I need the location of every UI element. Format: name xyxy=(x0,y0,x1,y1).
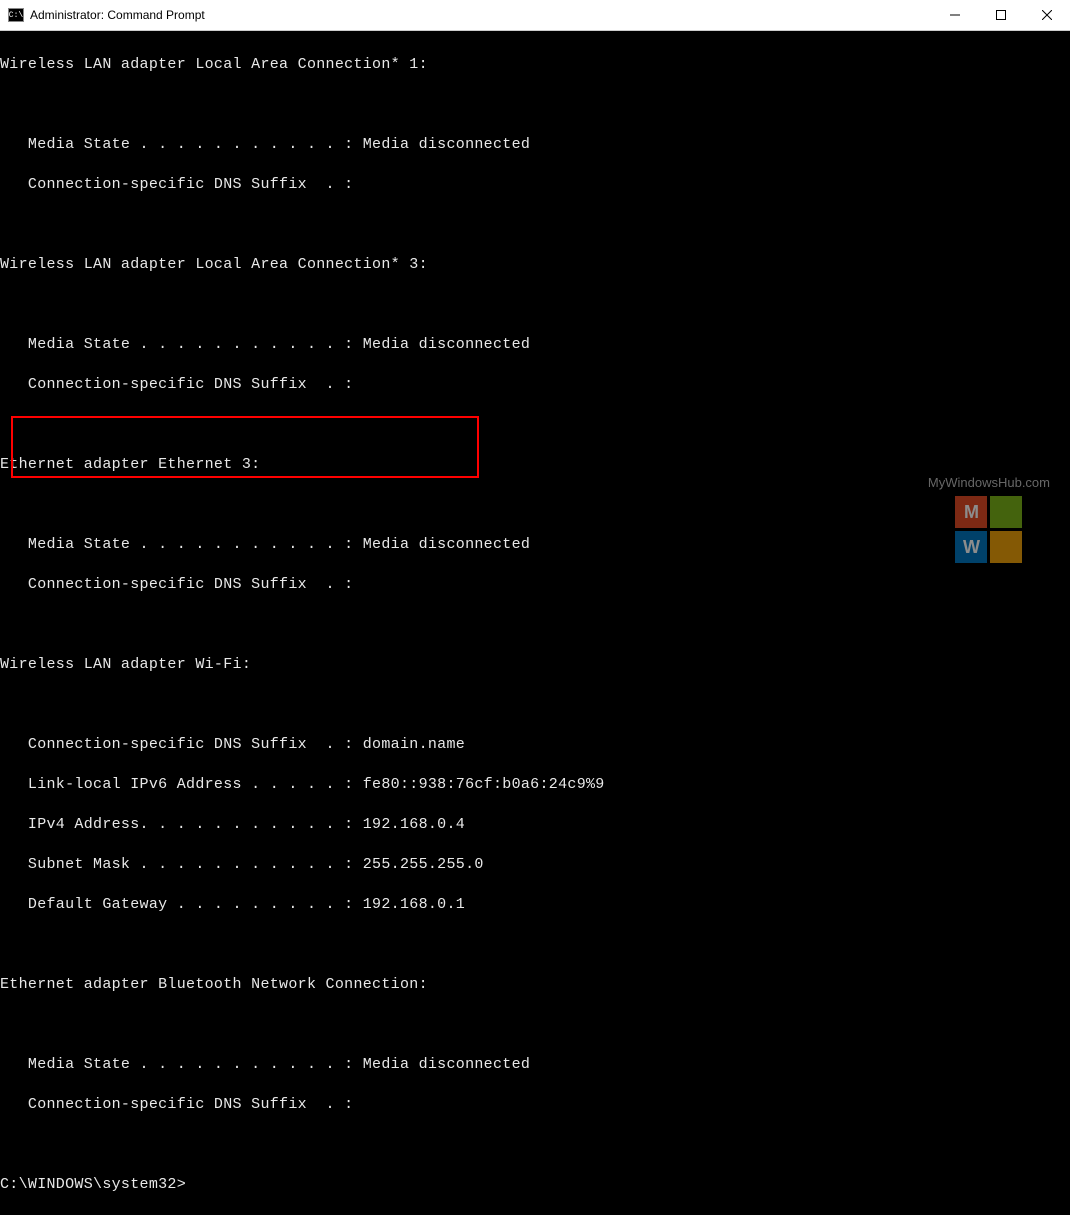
output-line: Connection-specific DNS Suffix . : xyxy=(0,575,1070,595)
blank-line xyxy=(0,295,1070,315)
adapter-header: Wireless LAN adapter Local Area Connecti… xyxy=(0,55,1070,75)
adapter-header: Wireless LAN adapter Wi-Fi: xyxy=(0,655,1070,675)
output-line: Connection-specific DNS Suffix . : xyxy=(0,375,1070,395)
output-line: Link-local IPv6 Address . . . . . : fe80… xyxy=(0,775,1070,795)
maximize-button[interactable] xyxy=(978,0,1024,30)
adapter-header: Ethernet adapter Bluetooth Network Conne… xyxy=(0,975,1070,995)
blank-line xyxy=(0,1135,1070,1155)
output-line: Media State . . . . . . . . . . . : Medi… xyxy=(0,1055,1070,1075)
minimize-button[interactable] xyxy=(932,0,978,30)
window-controls xyxy=(932,0,1070,30)
output-line: Subnet Mask . . . . . . . . . . . : 255.… xyxy=(0,855,1070,875)
blank-line xyxy=(0,615,1070,635)
adapter-header: Ethernet adapter Ethernet 3: xyxy=(0,455,1070,475)
adapter-header: Wireless LAN adapter Local Area Connecti… xyxy=(0,255,1070,275)
blank-line xyxy=(0,415,1070,435)
output-line: Connection-specific DNS Suffix . : xyxy=(0,175,1070,195)
cmd-icon: C:\ xyxy=(8,8,24,22)
output-line: Default Gateway . . . . . . . . . : 192.… xyxy=(0,895,1070,915)
titlebar-left: C:\ Administrator: Command Prompt xyxy=(0,8,205,22)
window-titlebar: C:\ Administrator: Command Prompt xyxy=(0,0,1070,31)
output-line: Media State . . . . . . . . . . . : Medi… xyxy=(0,135,1070,155)
blank-line xyxy=(0,95,1070,115)
output-line: Connection-specific DNS Suffix . : xyxy=(0,1095,1070,1115)
command-prompt[interactable]: C:\WINDOWS\system32> xyxy=(0,1175,1070,1195)
output-line: IPv4 Address. . . . . . . . . . . : 192.… xyxy=(0,815,1070,835)
window-title: Administrator: Command Prompt xyxy=(30,8,205,22)
output-line: Media State . . . . . . . . . . . : Medi… xyxy=(0,335,1070,355)
close-button[interactable] xyxy=(1024,0,1070,30)
output-line: Connection-specific DNS Suffix . : domai… xyxy=(0,735,1070,755)
blank-line xyxy=(0,695,1070,715)
blank-line xyxy=(0,935,1070,955)
output-line: Media State . . . . . . . . . . . : Medi… xyxy=(0,535,1070,555)
blank-line xyxy=(0,215,1070,235)
blank-line xyxy=(0,1015,1070,1035)
terminal-output[interactable]: Wireless LAN adapter Local Area Connecti… xyxy=(0,31,1070,1215)
blank-line xyxy=(0,495,1070,515)
